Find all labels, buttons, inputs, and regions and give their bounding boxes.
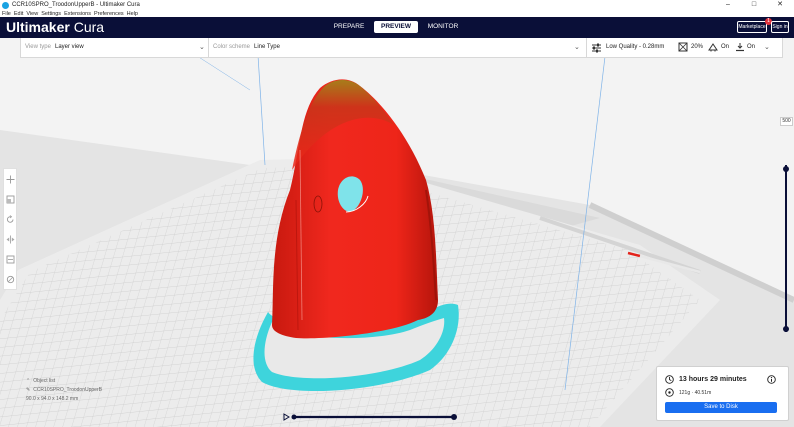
menu-file[interactable]: File <box>2 11 11 17</box>
print-time: 13 hours 29 minutes <box>679 376 747 383</box>
color-scheme-dropdown[interactable]: Line Type <box>254 44 280 50</box>
clock-icon <box>665 375 674 384</box>
play-icon[interactable] <box>283 413 290 421</box>
object-name-row: ✎ CCR10SPRO_TroodonUpperB <box>26 387 102 393</box>
divider <box>208 38 209 57</box>
menu-preferences[interactable]: Preferences <box>94 11 124 17</box>
color-scheme-label: Color scheme <box>213 44 251 50</box>
per-model-settings-icon[interactable] <box>6 255 15 264</box>
object-info: ⌃ Object list ✎ CCR10SPRO_TroodonUpperB 90… <box>26 378 102 405</box>
chevron-down-icon[interactable]: ⌄ <box>764 43 770 51</box>
cura-app-icon <box>2 1 9 9</box>
menu-bar: File Edit View Settings Extensions Prefe… <box>0 10 794 17</box>
support-icon <box>708 43 718 52</box>
rotate-icon[interactable] <box>6 215 15 224</box>
view-type-label: View type <box>25 44 51 50</box>
window-title: CCR10SPRO_TroodonUpperB - Ultimaker Cura <box>12 2 140 8</box>
object-dimensions: 90.0 x 94.0 x 148.2 mm <box>26 396 79 402</box>
maximize-button[interactable]: □ <box>741 0 767 10</box>
adhesion-value[interactable]: On <box>747 44 755 50</box>
pencil-icon[interactable]: ✎ <box>26 387 30 393</box>
menu-edit[interactable]: Edit <box>14 11 23 17</box>
tab-monitor[interactable]: MONITOR <box>420 21 466 33</box>
layer-number-field[interactable]: 500 <box>780 117 793 126</box>
view-toolbar: View type Layer view ⌄ Color scheme Line… <box>20 38 783 58</box>
layer-slider[interactable] <box>781 155 791 335</box>
divider <box>586 38 587 57</box>
print-info-panel: 13 hours 29 minutes 121g · 40.51m Save t… <box>656 366 789 421</box>
infill-value[interactable]: 20% <box>691 44 703 50</box>
menu-extensions[interactable]: Extensions <box>64 11 91 17</box>
menu-help[interactable]: Help <box>127 11 138 17</box>
material-usage: 121g · 40.51m <box>679 390 712 396</box>
menu-view[interactable]: View <box>26 11 38 17</box>
marketplace-button[interactable]: Marketplace <box>737 21 767 33</box>
tab-preview[interactable]: PREVIEW <box>374 21 418 33</box>
signin-button[interactable]: Sign in <box>771 21 789 33</box>
close-button[interactable]: ✕ <box>767 0 793 10</box>
mirror-icon[interactable] <box>6 235 15 244</box>
menu-settings[interactable]: Settings <box>41 11 61 17</box>
save-to-disk-button[interactable]: Save to Disk <box>665 402 777 413</box>
tab-prepare[interactable]: PREPARE <box>326 21 372 33</box>
simulation-playbar <box>282 412 458 422</box>
transform-toolbar <box>3 168 17 290</box>
object-list-label: Object list <box>33 378 56 384</box>
support-value[interactable]: On <box>721 44 729 50</box>
info-icon[interactable] <box>767 375 776 384</box>
support-blocker-icon[interactable] <box>6 275 15 284</box>
object-list-toggle[interactable]: ⌃ Object list <box>26 378 102 384</box>
object-name: CCR10SPRO_TroodonUpperB <box>33 387 102 393</box>
sliders-icon[interactable] <box>591 42 602 53</box>
cura-logo: Ultimaker Cura <box>6 19 105 35</box>
scale-icon[interactable] <box>6 195 15 204</box>
adhesion-icon <box>736 43 744 52</box>
move-icon[interactable] <box>6 175 15 184</box>
path-slider-start-handle[interactable] <box>291 414 297 420</box>
view-type-dropdown[interactable]: Layer view <box>55 44 84 50</box>
minimize-button[interactable]: – <box>715 0 741 10</box>
app-header: Ultimaker Cura PREPARE PREVIEW MONITOR M… <box>0 17 794 38</box>
chevron-down-icon[interactable]: ⌄ <box>199 43 205 51</box>
window-titlebar: CCR10SPRO_TroodonUpperB - Ultimaker Cura… <box>0 0 794 10</box>
chevron-down-icon[interactable]: ⌄ <box>574 43 580 51</box>
infill-icon <box>678 42 688 52</box>
path-slider-end-handle[interactable] <box>451 414 457 420</box>
spool-icon <box>665 388 674 397</box>
quality-profile[interactable]: Low Quality - 0.28mm <box>606 44 664 50</box>
